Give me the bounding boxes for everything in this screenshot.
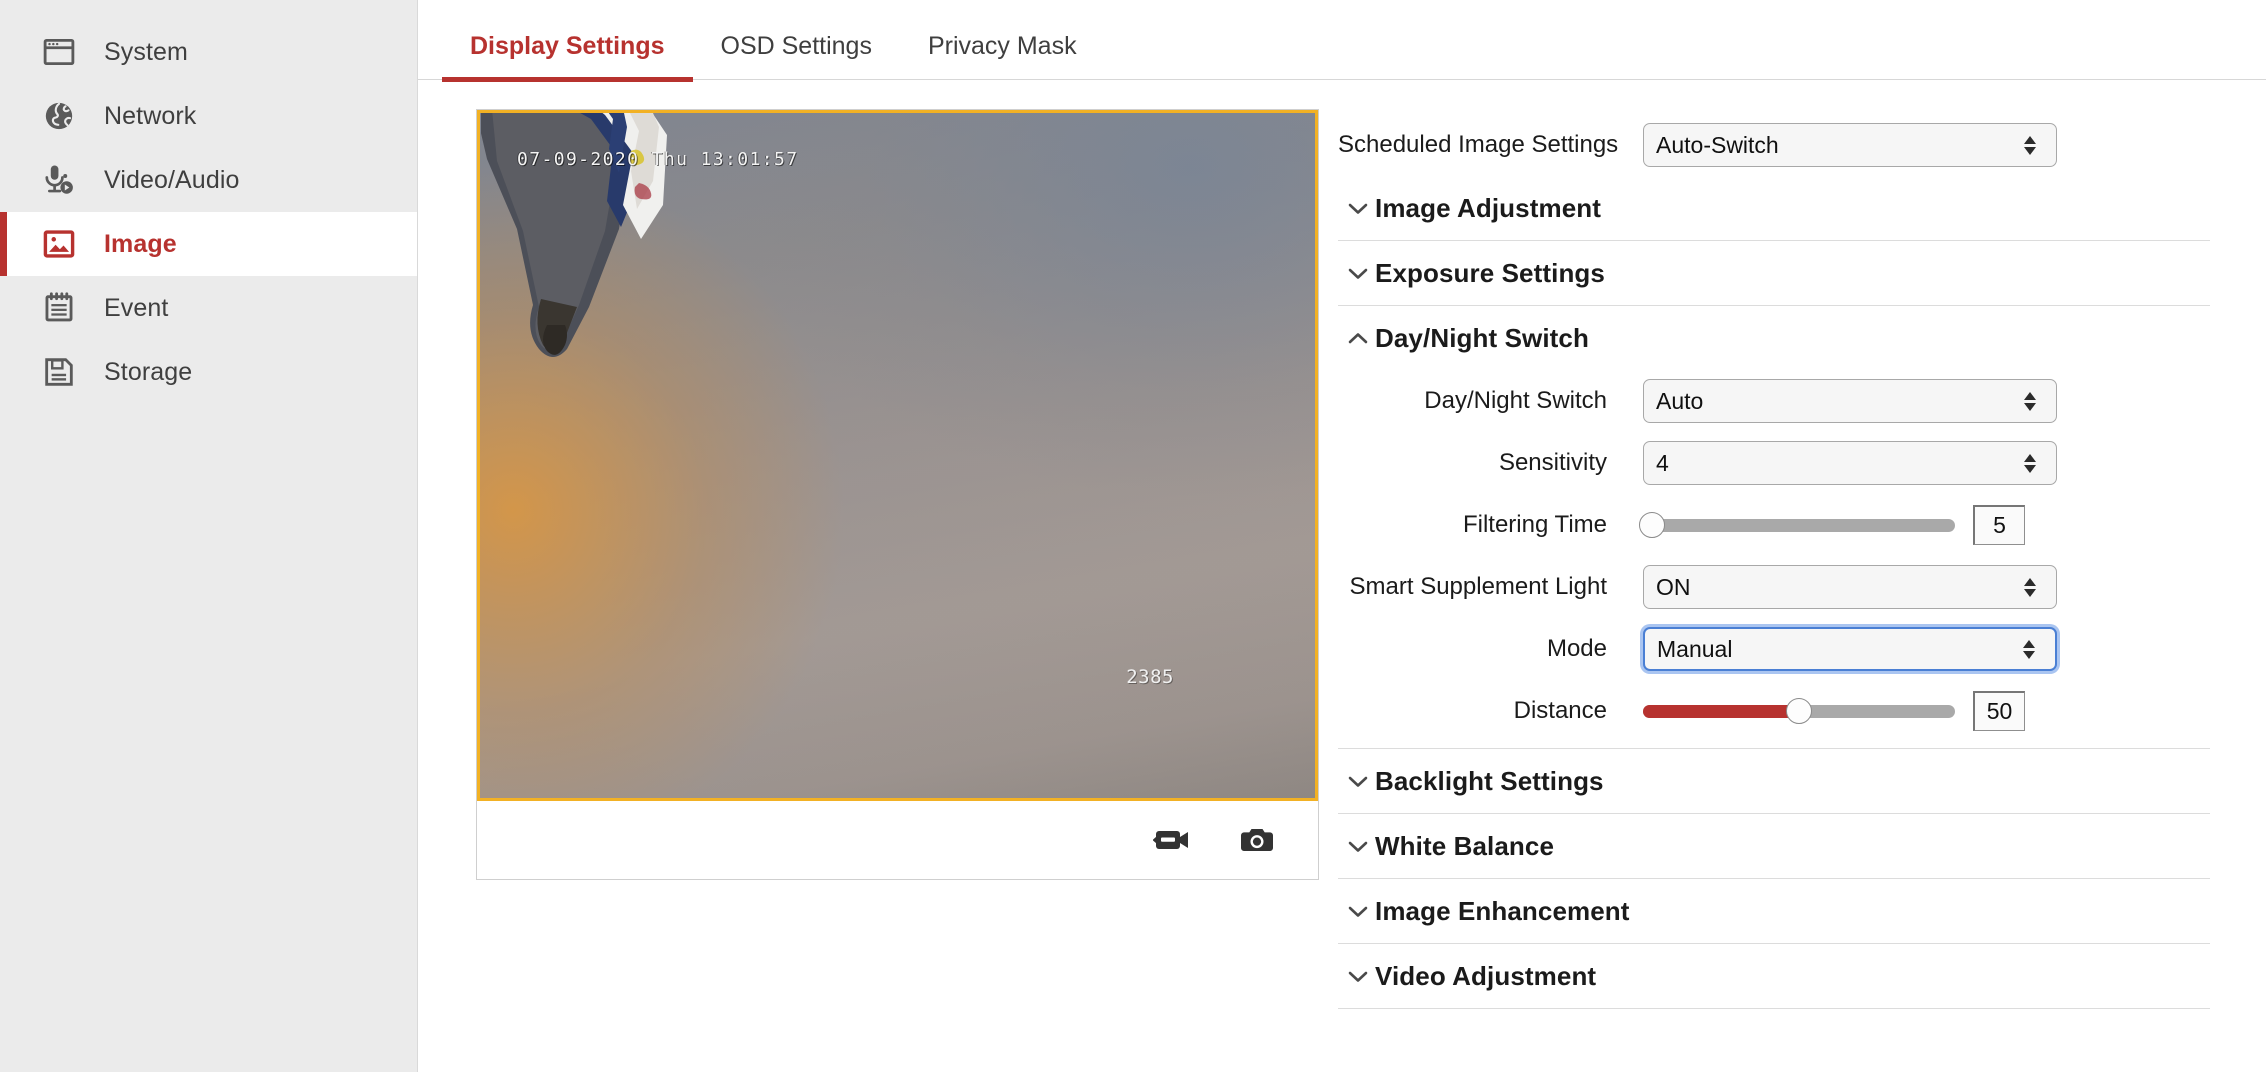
chevron-updown-icon [2022, 136, 2038, 155]
section-image-adjustment[interactable]: Image Adjustment [1338, 176, 2210, 240]
display-settings-body: 07-09-2020 Thu 13:01:57 2385 [418, 80, 2266, 1009]
section-title: White Balance [1375, 831, 1554, 862]
globe-icon [42, 99, 76, 133]
distance-value[interactable]: 50 [1973, 691, 2025, 731]
chevron-down-icon [1346, 840, 1370, 853]
camera-config-page: System Network Video/Audio [0, 0, 2266, 1072]
smart-supplement-light-label: Smart Supplement Light [1338, 573, 1643, 601]
row-scheduled-image-settings: Scheduled Image Settings Auto-Switch [1338, 114, 2210, 176]
sidebar-item-network[interactable]: Network [0, 84, 417, 148]
section-title: Day/Night Switch [1375, 323, 1589, 354]
filtering-time-slider[interactable] [1643, 503, 1955, 547]
section-title: Backlight Settings [1375, 766, 1604, 797]
chevron-updown-icon [2022, 578, 2038, 597]
sidebar-item-label: Storage [104, 358, 192, 387]
chevron-down-icon [1346, 905, 1370, 918]
scheduled-image-settings-value: Auto-Switch [1656, 132, 2022, 159]
slider-fill [1643, 705, 1799, 718]
tab-display-settings[interactable]: Display Settings [442, 32, 693, 79]
row-filtering-time: Filtering Time 5 [1338, 494, 2210, 556]
sidebar-item-label: Image [104, 230, 177, 259]
chevron-down-icon [1346, 970, 1370, 983]
sidebar-item-event[interactable]: Event [0, 276, 417, 340]
section-title: Video Adjustment [1375, 961, 1596, 992]
row-mode: Mode Manual [1338, 618, 2210, 680]
sidebar-item-label: Network [104, 102, 196, 131]
main-sidebar: System Network Video/Audio [0, 0, 418, 1072]
smart-supplement-light-value: ON [1656, 574, 2022, 601]
filtering-time-value[interactable]: 5 [1973, 505, 2025, 545]
chevron-down-icon [1346, 202, 1370, 215]
slider-thumb[interactable] [1786, 698, 1812, 724]
sidebar-item-system[interactable]: System [0, 20, 417, 84]
camera-snapshot-icon[interactable] [1236, 819, 1278, 861]
picture-icon [42, 227, 76, 261]
section-title: Exposure Settings [1375, 258, 1605, 289]
mode-value: Manual [1657, 636, 2021, 663]
smart-supplement-light-select[interactable]: ON [1643, 565, 2057, 609]
window-icon [42, 35, 76, 69]
live-preview-box: 07-09-2020 Thu 13:01:57 2385 [476, 109, 1319, 880]
day-night-switch-label: Day/Night Switch [1338, 387, 1643, 415]
chevron-down-icon [1346, 775, 1370, 788]
distance-slider[interactable] [1643, 689, 1955, 733]
content-area: Display Settings OSD Settings Privacy Ma… [418, 0, 2266, 1072]
slider-thumb[interactable] [1639, 512, 1665, 538]
settings-column: Scheduled Image Settings Auto-Switch Ima… [1338, 100, 2266, 1009]
section-video-adjustment[interactable]: Video Adjustment [1338, 944, 2210, 1008]
chevron-down-icon [1346, 267, 1370, 280]
section-backlight-settings[interactable]: Backlight Settings [1338, 749, 2210, 813]
sidebar-item-storage[interactable]: Storage [0, 340, 417, 404]
slider-track [1643, 519, 1955, 532]
row-day-night-switch: Day/Night Switch Auto [1338, 370, 2210, 432]
osd-timestamp: 07-09-2020 Thu 13:01:57 [517, 149, 798, 170]
chevron-up-icon [1346, 332, 1370, 345]
divider [1338, 1008, 2210, 1009]
row-sensitivity: Sensitivity 4 [1338, 432, 2210, 494]
section-day-night-switch[interactable]: Day/Night Switch [1338, 306, 2210, 370]
tab-osd-settings[interactable]: OSD Settings [693, 32, 900, 79]
section-title: Image Enhancement [1375, 896, 1630, 927]
scheduled-image-settings-label: Scheduled Image Settings [1338, 131, 1643, 159]
mode-label: Mode [1338, 635, 1643, 663]
osd-camera-id: 2385 [1126, 666, 1174, 688]
chevron-updown-icon [2021, 640, 2037, 659]
tab-bar: Display Settings OSD Settings Privacy Ma… [418, 0, 2266, 80]
chevron-updown-icon [2022, 454, 2038, 473]
sidebar-item-label: System [104, 38, 188, 67]
sensitivity-value: 4 [1656, 450, 2022, 477]
floppy-icon [42, 355, 76, 389]
day-night-switch-value: Auto [1656, 388, 2022, 415]
sensitivity-select[interactable]: 4 [1643, 441, 2057, 485]
record-video-icon[interactable] [1150, 819, 1192, 861]
filtering-time-label: Filtering Time [1338, 511, 1643, 539]
sidebar-item-image[interactable]: Image [0, 212, 417, 276]
chevron-updown-icon [2022, 392, 2038, 411]
sidebar-item-label: Event [104, 294, 168, 323]
scheduled-image-settings-select[interactable]: Auto-Switch [1643, 123, 2057, 167]
microphone-icon [42, 163, 76, 197]
live-video-frame[interactable]: 07-09-2020 Thu 13:01:57 2385 [477, 110, 1318, 801]
sidebar-item-label: Video/Audio [104, 166, 239, 195]
sidebar-item-video-audio[interactable]: Video/Audio [0, 148, 417, 212]
tab-privacy-mask[interactable]: Privacy Mask [900, 32, 1105, 79]
day-night-switch-select[interactable]: Auto [1643, 379, 2057, 423]
section-exposure-settings[interactable]: Exposure Settings [1338, 241, 2210, 305]
row-distance: Distance 50 [1338, 680, 2210, 742]
distance-label: Distance [1338, 697, 1643, 725]
section-title: Image Adjustment [1375, 193, 1601, 224]
preview-toolbar [477, 801, 1318, 879]
mode-select[interactable]: Manual [1643, 627, 2057, 671]
section-white-balance[interactable]: White Balance [1338, 814, 2210, 878]
preview-column: 07-09-2020 Thu 13:01:57 2385 [418, 100, 1338, 1009]
row-smart-supplement-light: Smart Supplement Light ON [1338, 556, 2210, 618]
section-image-enhancement[interactable]: Image Enhancement [1338, 879, 2210, 943]
sensitivity-label: Sensitivity [1338, 449, 1643, 477]
notepad-icon [42, 291, 76, 325]
